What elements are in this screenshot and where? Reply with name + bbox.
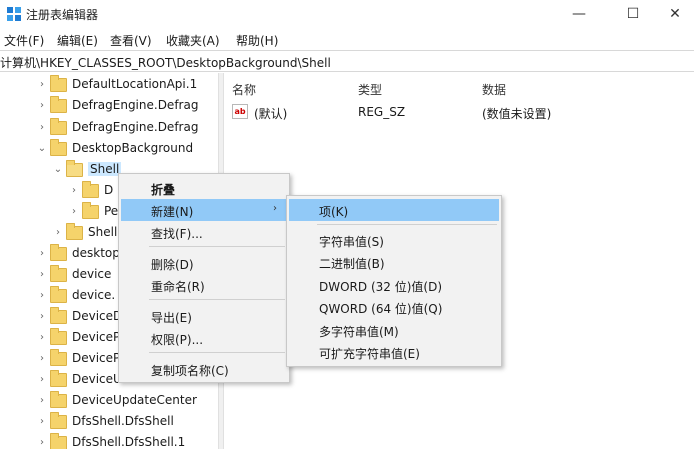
chevron-right-icon[interactable]: ›	[52, 226, 64, 240]
menu-item-export[interactable]: 导出(E)	[121, 305, 287, 327]
chevron-right-icon[interactable]: ›	[36, 331, 48, 345]
tree-item-label: DeviceU	[72, 372, 122, 386]
chevron-right-icon[interactable]: ›	[36, 352, 48, 366]
chevron-right-icon[interactable]: ›	[36, 247, 48, 261]
column-header-name[interactable]: 名称	[232, 81, 256, 98]
menu-bar: 文件(F) 编辑(E) 查看(V) 收藏夹(A) 帮助(H)	[0, 28, 694, 50]
chevron-right-icon[interactable]: ›	[68, 184, 80, 198]
folder-icon	[50, 118, 67, 135]
menu-file[interactable]: 文件(F)	[4, 32, 44, 49]
chevron-right-icon[interactable]: ›	[36, 415, 48, 429]
tree-item-label: DeviceP	[72, 351, 121, 365]
folder-icon	[82, 202, 99, 219]
maximize-button[interactable]: ☐	[610, 0, 656, 28]
menu-item-new[interactable]: 新建(N) ›	[121, 199, 287, 221]
folder-icon	[50, 265, 67, 282]
menu-item-permissions[interactable]: 权限(P)...	[121, 327, 287, 349]
folder-icon	[50, 391, 67, 408]
close-button[interactable]: ✕	[656, 0, 694, 28]
menu-item-find[interactable]: 查找(F)...	[121, 221, 287, 243]
tree-item-label: DfsShell.DfsShell	[72, 414, 174, 428]
new-submenu: 项(K) 字符串值(S) 二进制值(B) DWORD (32 位)值(D) QW…	[286, 195, 502, 367]
menu-item-rename[interactable]: 重命名(R)	[121, 274, 287, 296]
value-name: (默认)	[254, 107, 288, 121]
folder-icon	[50, 328, 67, 345]
value-row[interactable]: ab (默认) REG_SZ (数值未设置)	[224, 103, 694, 123]
folder-icon	[50, 307, 67, 324]
tree-item-label: D	[104, 183, 114, 197]
value-data: (数值未设置)	[482, 107, 552, 121]
menu-item-new-expandable-string-value[interactable]: 可扩充字符串值(E)	[289, 341, 499, 363]
menu-edit[interactable]: 编辑(E)	[57, 32, 98, 49]
chevron-right-icon[interactable]: ›	[36, 78, 48, 92]
chevron-right-icon[interactable]: ›	[68, 205, 80, 219]
tree-item-label: DefragEngine.Defrag	[72, 120, 199, 134]
string-value-icon: ab	[232, 104, 248, 119]
folder-icon	[50, 286, 67, 303]
chevron-right-icon: ›	[273, 203, 277, 214]
tree-item-label: DeviceP	[72, 330, 121, 344]
menu-separator	[149, 352, 285, 353]
folder-icon	[82, 181, 99, 198]
folder-icon	[50, 433, 67, 449]
chevron-right-icon[interactable]: ›	[36, 310, 48, 324]
tree-item-label: device	[72, 267, 112, 281]
folder-open-icon	[66, 160, 83, 177]
tree-item-label: Pe	[104, 204, 119, 218]
tree-item-label: DfsShell.DfsShell.1	[72, 435, 186, 449]
address-path[interactable]: 计算机\HKEY_CLASSES_ROOT\DesktopBackground\…	[0, 54, 331, 71]
folder-icon	[50, 412, 67, 429]
tree-item-label: DesktopBackground	[72, 141, 194, 155]
folder-icon	[50, 139, 67, 156]
menu-item-new-multi-string-value[interactable]: 多字符串值(M)	[289, 319, 499, 341]
folder-icon	[50, 75, 67, 92]
menu-separator	[317, 224, 497, 225]
folder-icon	[50, 349, 67, 366]
menu-view[interactable]: 查看(V)	[110, 32, 152, 49]
menu-item-collapse[interactable]: 折叠	[121, 177, 287, 199]
tree-item-label: DefaultLocationApi.1	[72, 77, 198, 91]
context-menu: 折叠 新建(N) › 查找(F)... 删除(D) 重命名(R) 导出(E) 权…	[118, 173, 290, 383]
tree-item-label: DeviceUpdateCenter	[72, 393, 197, 407]
tree-item-label: device.	[72, 288, 116, 302]
chevron-down-icon[interactable]: ⌄	[52, 163, 64, 177]
folder-icon	[50, 96, 67, 113]
address-bar[interactable]: 计算机\HKEY_CLASSES_ROOT\DesktopBackground\…	[0, 50, 694, 72]
tree-item-label: Shell	[88, 225, 118, 239]
regedit-app-icon	[7, 7, 21, 21]
menu-item-new-string-value[interactable]: 字符串值(S)	[289, 229, 499, 251]
tree-item-label: DefragEngine.Defrag	[72, 98, 199, 112]
minimize-button[interactable]: —	[556, 0, 602, 28]
chevron-down-icon[interactable]: ⌄	[36, 142, 48, 156]
menu-item-new-qword-value[interactable]: QWORD (64 位)值(Q)	[289, 296, 499, 318]
column-header-data[interactable]: 数据	[482, 81, 506, 98]
chevron-right-icon[interactable]: ›	[36, 373, 48, 387]
value-type: REG_SZ	[358, 105, 406, 119]
folder-icon	[50, 244, 67, 261]
column-header-type[interactable]: 类型	[358, 81, 382, 98]
folder-icon	[50, 370, 67, 387]
menu-item-new-binary-value[interactable]: 二进制值(B)	[289, 251, 499, 273]
menu-item-new-key[interactable]: 项(K)	[289, 199, 499, 221]
tree-item-label: desktop	[72, 246, 120, 260]
title-bar: 注册表编辑器 — ☐ ✕	[0, 0, 694, 28]
chevron-right-icon[interactable]: ›	[36, 121, 48, 135]
chevron-right-icon[interactable]: ›	[36, 268, 48, 282]
menu-separator	[149, 299, 285, 300]
tree-item-label: Shell	[88, 162, 122, 176]
menu-item-new-dword-value[interactable]: DWORD (32 位)值(D)	[289, 274, 499, 296]
chevron-right-icon[interactable]: ›	[36, 436, 48, 449]
tree-item-label: DeviceD	[72, 309, 123, 323]
menu-separator	[149, 246, 285, 247]
chevron-right-icon[interactable]: ›	[36, 289, 48, 303]
menu-favorites[interactable]: 收藏夹(A)	[166, 32, 220, 49]
window-title: 注册表编辑器	[26, 8, 99, 22]
folder-icon	[66, 223, 83, 240]
chevron-right-icon[interactable]: ›	[36, 99, 48, 113]
menu-item-copy-key-name[interactable]: 复制项名称(C)	[121, 358, 287, 380]
chevron-right-icon[interactable]: ›	[36, 394, 48, 408]
menu-item-delete[interactable]: 删除(D)	[121, 252, 287, 274]
menu-help[interactable]: 帮助(H)	[236, 32, 278, 49]
